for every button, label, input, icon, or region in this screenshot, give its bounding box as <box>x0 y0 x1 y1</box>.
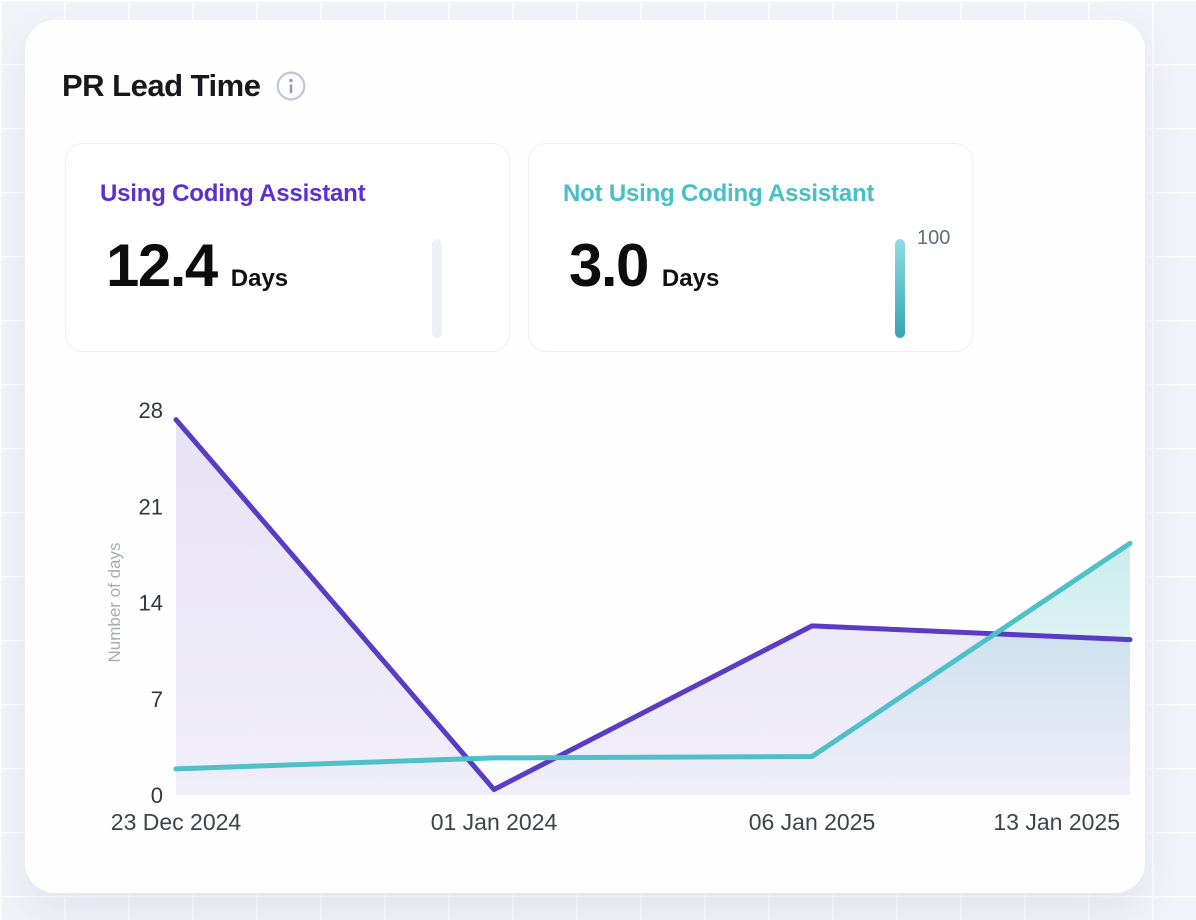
svg-text:06 Jan 2025: 06 Jan 2025 <box>749 809 876 835</box>
svg-text:28: 28 <box>139 398 163 423</box>
svg-text:23 Dec 2024: 23 Dec 2024 <box>111 809 242 835</box>
svg-text:01 Jan 2024: 01 Jan 2024 <box>431 809 558 835</box>
svg-text:0: 0 <box>151 783 163 808</box>
svg-text:Number of days: Number of days <box>105 543 124 663</box>
svg-text:13 Jan 2025: 13 Jan 2025 <box>993 809 1120 835</box>
line-chart[interactable]: 0 7 14 21 28 Number of days 23 Dec 2024 01 Jan … <box>25 20 1145 893</box>
svg-text:7: 7 <box>151 687 163 712</box>
svg-text:21: 21 <box>139 494 163 519</box>
pr-lead-time-card: PR Lead Time Using Coding Assistant 12.4… <box>25 20 1145 893</box>
svg-text:14: 14 <box>139 591 163 616</box>
